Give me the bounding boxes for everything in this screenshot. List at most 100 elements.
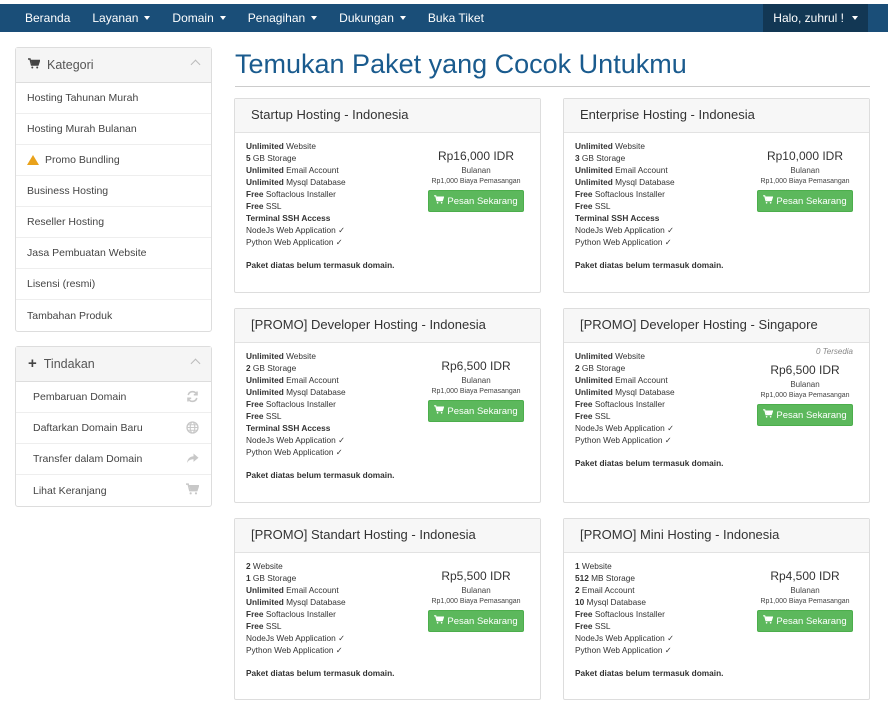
order-now-button[interactable]: Pesan Sekarang bbox=[428, 610, 524, 632]
user-menu[interactable]: Halo, zuhrul ! bbox=[763, 4, 868, 32]
feature-line: Free SSL bbox=[246, 200, 346, 212]
feature-line: Unlimited Website bbox=[246, 350, 346, 362]
nav-layanan[interactable]: Layanan bbox=[81, 4, 161, 32]
feature-text: Website bbox=[283, 141, 316, 151]
feature-line: Python Web Application ✓ bbox=[575, 644, 674, 656]
plus-icon: + bbox=[28, 355, 37, 372]
action-renew-domain[interactable]: Pembaruan Domain bbox=[16, 382, 211, 413]
nav-buka-tiket[interactable]: Buka Tiket bbox=[417, 4, 495, 32]
feature-line: Free SSL bbox=[575, 410, 675, 422]
sidebar-item-reseller-hosting[interactable]: Reseller Hosting bbox=[16, 207, 211, 238]
feature-list: Unlimited Website 3 GB Storage Unlimited E… bbox=[575, 140, 675, 248]
product-price: Rp10,000 IDR bbox=[766, 149, 844, 163]
product-card: Enterprise Hosting - Indonesia Unlimited … bbox=[563, 98, 870, 293]
action-view-cart[interactable]: Lihat Keranjang bbox=[16, 475, 211, 506]
product-card: [PROMO] Developer Hosting - Singapore 0 T… bbox=[563, 308, 870, 503]
feature-text: SSL bbox=[263, 621, 282, 631]
caret-down-icon bbox=[852, 16, 858, 20]
sidebar-item-hosting-bulanan[interactable]: Hosting Murah Bulanan bbox=[16, 114, 211, 145]
feature-line: Python Web Application ✓ bbox=[246, 446, 346, 458]
sidebar-item-lisensi[interactable]: Lisensi (resmi) bbox=[16, 269, 211, 300]
cart-icon bbox=[185, 483, 200, 497]
nav-beranda[interactable]: Beranda bbox=[14, 4, 81, 32]
caret-down-icon bbox=[399, 16, 406, 20]
cart-icon bbox=[28, 58, 41, 72]
nav-domain[interactable]: Domain bbox=[161, 4, 236, 32]
cart-icon bbox=[763, 409, 774, 421]
action-transfer-domain[interactable]: Transfer dalam Domain bbox=[16, 444, 211, 475]
sidebar-item-label: Hosting Tahunan Murah bbox=[27, 92, 139, 104]
chevron-up-icon[interactable] bbox=[190, 59, 201, 70]
sidebar-item-business-hosting[interactable]: Business Hosting bbox=[16, 176, 211, 207]
feature-line: Unlimited Mysql Database bbox=[575, 386, 675, 398]
sidebar-item-label: Hosting Murah Bulanan bbox=[27, 123, 137, 135]
feature-text: Email Account bbox=[283, 375, 339, 385]
nav-label: Dukungan bbox=[339, 11, 394, 25]
panel-title: Tindakan bbox=[43, 357, 95, 371]
product-card: [PROMO] Developer Hosting - Indonesia Unl… bbox=[234, 308, 541, 503]
feature-line: Python Web Application ✓ bbox=[246, 644, 346, 656]
feature-text: Mysql Database bbox=[283, 597, 346, 607]
nav-label: Layanan bbox=[92, 11, 139, 25]
action-label: Lihat Keranjang bbox=[33, 484, 107, 497]
feature-text: Website bbox=[612, 141, 645, 151]
product-name: Enterprise Hosting - Indonesia bbox=[580, 107, 755, 122]
feature-text: Softaclous Installer bbox=[263, 399, 336, 409]
feature-text: NodeJs Web Application ✓ bbox=[575, 423, 675, 433]
order-now-button[interactable]: Pesan Sekarang bbox=[757, 404, 853, 426]
order-now-button[interactable]: Pesan Sekarang bbox=[757, 190, 853, 212]
domain-note: Paket diatas belum termasuk domain. bbox=[246, 668, 395, 678]
nav-dukungan[interactable]: Dukungan bbox=[328, 4, 417, 32]
order-now-button[interactable]: Pesan Sekarang bbox=[428, 190, 524, 212]
availability-label: 0 Tersedia bbox=[815, 347, 853, 356]
feature-text: NodeJs Web Application ✓ bbox=[575, 633, 675, 643]
feature-text: Mysql Database bbox=[584, 597, 647, 607]
feature-list: Unlimited Website 2 GB Storage Unlimited E… bbox=[575, 350, 675, 446]
product-name: [PROMO] Standart Hosting - Indonesia bbox=[251, 527, 476, 542]
order-button-label: Pesan Sekarang bbox=[776, 409, 847, 421]
feature-text: Softaclous Installer bbox=[592, 399, 665, 409]
feature-line: Free SSL bbox=[575, 620, 674, 632]
sidebar-item-promo-bundling[interactable]: Promo Bundling bbox=[16, 145, 211, 176]
order-now-button[interactable]: Pesan Sekarang bbox=[428, 400, 524, 422]
sidebar-item-jasa-pembuatan-website[interactable]: Jasa Pembuatan Website bbox=[16, 238, 211, 269]
nav-menu: Beranda Layanan Domain Penagihan Dukunga… bbox=[14, 4, 495, 32]
feature-line: Unlimited Mysql Database bbox=[246, 176, 346, 188]
price-block: Rp4,500 IDR Bulanan Rp1,000 Biaya Pemasang… bbox=[755, 569, 855, 632]
product-card-header: [PROMO] Developer Hosting - Indonesia bbox=[235, 309, 540, 343]
feature-text: Mysql Database bbox=[283, 177, 346, 187]
product-name: [PROMO] Developer Hosting - Indonesia bbox=[251, 317, 486, 332]
feature-highlight: Free bbox=[246, 609, 264, 619]
actions-panel-header[interactable]: + Tindakan bbox=[16, 347, 211, 382]
billing-period: Bulanan bbox=[790, 380, 820, 389]
sidebar-item-tambahan-produk[interactable]: Tambahan Produk bbox=[16, 300, 211, 331]
domain-note: Paket diatas belum termasuk domain. bbox=[246, 470, 395, 480]
feature-text: Mysql Database bbox=[612, 387, 675, 397]
feature-line: 1 Website bbox=[575, 560, 674, 572]
product-card: [PROMO] Mini Hosting - Indonesia 1 Websit… bbox=[563, 518, 870, 700]
order-now-button[interactable]: Pesan Sekarang bbox=[757, 610, 853, 632]
feature-highlight: Unlimited bbox=[246, 141, 284, 151]
product-card-header: [PROMO] Standart Hosting - Indonesia bbox=[235, 519, 540, 553]
categories-panel-header[interactable]: Kategori bbox=[16, 48, 211, 83]
feature-line: NodeJs Web Application ✓ bbox=[246, 632, 346, 644]
feature-line: Unlimited Mysql Database bbox=[246, 596, 346, 608]
cart-icon bbox=[763, 195, 774, 207]
sidebar-item-hosting-tahunan[interactable]: Hosting Tahunan Murah bbox=[16, 83, 211, 114]
feature-text: Website bbox=[250, 561, 283, 571]
chevron-up-icon[interactable] bbox=[190, 358, 201, 369]
feature-highlight: Free bbox=[246, 399, 264, 409]
feature-line: Free Softaclous Installer bbox=[575, 188, 675, 200]
billing-period: Bulanan bbox=[461, 166, 491, 175]
nav-penagihan[interactable]: Penagihan bbox=[237, 4, 328, 32]
action-register-domain[interactable]: Daftarkan Domain Baru bbox=[16, 413, 211, 444]
feature-line: Free Softaclous Installer bbox=[575, 398, 675, 410]
feature-text: SSL bbox=[592, 201, 611, 211]
feature-text: SSL bbox=[263, 411, 282, 421]
domain-note: Paket diatas belum termasuk domain. bbox=[575, 458, 724, 468]
product-name: [PROMO] Developer Hosting - Singapore bbox=[580, 317, 818, 332]
feature-text: Softaclous Installer bbox=[592, 189, 665, 199]
sidebar-item-label: Tambahan Produk bbox=[27, 309, 113, 322]
feature-text: Email Account bbox=[283, 585, 339, 595]
feature-line: NodeJs Web Application ✓ bbox=[246, 434, 346, 446]
